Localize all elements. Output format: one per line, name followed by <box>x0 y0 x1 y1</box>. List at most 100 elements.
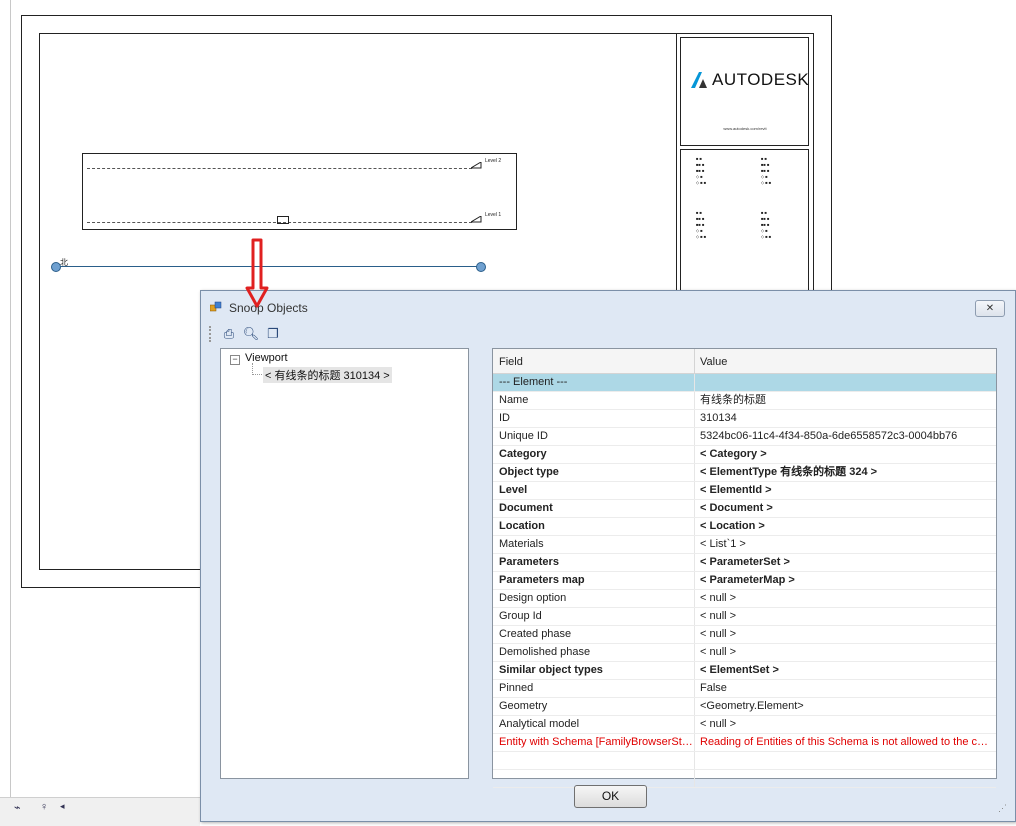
table-row[interactable]: Entity with Schema [FamilyBrowserStat...… <box>493 734 996 752</box>
value-cell: 310134 <box>700 412 737 424</box>
print-icon[interactable]: ⎙ <box>219 325 239 343</box>
field-cell: Location <box>499 520 545 532</box>
lightbulb-icon[interactable]: ♀ <box>40 801 48 813</box>
table-row[interactable]: Pinned False <box>493 680 996 698</box>
table-row[interactable]: Design option < null > <box>493 590 996 608</box>
table-row[interactable]: Geometry <Geometry.Element> <box>493 698 996 716</box>
table-row[interactable]: Demolished phase < null > <box>493 644 996 662</box>
resize-grip[interactable]: ⋰ <box>998 803 1007 814</box>
cell-separator <box>694 770 695 787</box>
cell-separator <box>694 608 695 625</box>
field-cell: --- Element --- <box>499 376 568 388</box>
value-cell: < ElementType 有线条的标题 324 > <box>700 466 878 478</box>
ok-button[interactable]: OK <box>574 785 647 808</box>
app-icon <box>210 301 222 312</box>
table-row[interactable]: Analytical model < null > <box>493 716 996 734</box>
level-line-top <box>87 168 472 169</box>
value-cell: 有线条的标题 <box>700 394 766 406</box>
field-cell: Unique ID <box>499 430 548 442</box>
table-row[interactable]: Category < Category > <box>493 446 996 464</box>
cell-separator <box>694 626 695 643</box>
level-tag-top: Level 2 <box>485 158 502 164</box>
table-row[interactable]: Parameters < ParameterSet > <box>493 554 996 572</box>
collapse-icon[interactable]: − <box>230 355 240 365</box>
value-cell: < Category > <box>700 448 767 460</box>
toolbar-grip[interactable] <box>209 326 214 342</box>
autodesk-logo: AUTODESK <box>690 70 809 90</box>
table-row[interactable] <box>493 752 996 770</box>
elevation-view-frame: Level 2 Level 1 <box>82 153 517 230</box>
table-row[interactable]: Materials < List`1 > <box>493 536 996 554</box>
info-lines-right-top: ■ ■ ■■ ■ ■■ ■ ◇ ■ ◇ ■ ■ <box>761 156 772 185</box>
value-cell: < null > <box>700 610 737 622</box>
cell-separator <box>694 590 695 607</box>
cell-separator <box>694 752 695 769</box>
title-block-info-box: ■ ■ ■■ ■ ■■ ■ ◇ ■ ◇ ■ ■ ■ ■ ■■ ■ ■■ ■ ◇ ■ ◇ ■ ■ … <box>680 149 809 301</box>
tree-connector <box>252 374 262 375</box>
value-cell: < ElementId > <box>700 484 772 496</box>
field-cell: Category <box>499 448 547 460</box>
value-cell: < List`1 > <box>700 538 746 550</box>
grid-end-right[interactable] <box>476 262 486 272</box>
grid-label: 北 <box>60 258 68 267</box>
dialog-titlebar[interactable]: Snoop Objects ✕ <box>201 291 1015 321</box>
info-lines-left-top: ■ ■ ■■ ■ ■■ ■ ◇ ■ ◇ ■ ■ <box>696 156 707 185</box>
cell-separator <box>694 554 695 571</box>
field-cell: ID <box>499 412 510 424</box>
cell-separator <box>694 734 695 751</box>
table-row[interactable]: Parameters map < ParameterMap > <box>493 572 996 590</box>
logo-url: www.autodesk.com/revit <box>723 126 767 131</box>
table-row[interactable]: Similar object types < ElementSet > <box>493 662 996 680</box>
field-cell: Name <box>499 394 529 406</box>
cell-separator <box>694 500 695 517</box>
value-cell: < ParameterSet > <box>700 556 790 568</box>
cell-separator <box>694 482 695 499</box>
field-cell: Object type <box>499 466 559 478</box>
value-cell: < ParameterMap > <box>700 574 795 586</box>
table-row[interactable]: Object type < ElementType 有线条的标题 324 > <box>493 464 996 482</box>
section-row[interactable]: --- Element --- <box>493 374 996 392</box>
field-cell: Group Id <box>499 610 542 622</box>
close-button[interactable]: ✕ <box>975 300 1005 317</box>
cell-separator <box>694 410 695 427</box>
cell-separator <box>694 518 695 535</box>
cell-separator <box>694 698 695 715</box>
column-header-field[interactable]: Field <box>493 349 694 373</box>
field-cell: Pinned <box>499 682 534 694</box>
table-row[interactable]: Location < Location > <box>493 518 996 536</box>
property-grid[interactable]: Field Value --- Element --- Name 有线条的标题 ID 3… <box>492 348 997 788</box>
tree-node-element[interactable]: < 有线条的标题 310134 > <box>263 367 392 383</box>
table-row[interactable]: Document < Document > <box>493 500 996 518</box>
workset-icon[interactable]: ⌁ <box>14 801 21 814</box>
autodesk-logo-icon <box>691 72 707 88</box>
field-cell: Geometry <box>499 700 548 712</box>
cell-separator <box>694 392 695 409</box>
field-cell: Demolished phase <box>499 646 591 658</box>
toolbar: ⎙ 🔍︎ ❐ <box>207 323 1007 345</box>
table-row[interactable]: Level < ElementId > <box>493 482 996 500</box>
field-cell: Entity with Schema [FamilyBrowserStat... <box>499 736 693 748</box>
table-row[interactable]: Unique ID 5324bc06-11c4-4f34-850a-6de6558… <box>493 428 996 446</box>
info-lines-right-bottom: ■ ■ ■■ ■ ■■ ■ ◇ ■ ◇ ■ ■ <box>761 210 772 239</box>
copy-icon[interactable]: ❐ <box>263 325 283 343</box>
value-cell: < Location > <box>700 520 765 532</box>
cell-separator <box>694 572 695 589</box>
value-cell: < null > <box>700 592 737 604</box>
red-arrow-annotation <box>245 238 269 308</box>
table-row[interactable]: ID 310134 <box>493 410 996 428</box>
cell-separator <box>694 662 695 679</box>
logo-text: AUTODESK <box>712 70 810 89</box>
scroll-left-icon[interactable]: ◂ <box>60 801 65 812</box>
view-marker-icon <box>277 216 289 224</box>
table-row[interactable]: Created phase < null > <box>493 626 996 644</box>
cell-separator <box>694 428 695 445</box>
column-header-value[interactable]: Value <box>694 349 994 373</box>
value-cell: 5324bc06-11c4-4f34-850a-6de6558572c3-000… <box>700 430 958 442</box>
table-row[interactable]: Group Id < null > <box>493 608 996 626</box>
print-preview-icon[interactable]: 🔍︎ <box>241 325 261 343</box>
object-tree[interactable]: − Viewport < 有线条的标题 310134 > <box>220 348 469 779</box>
table-row[interactable] <box>493 770 996 788</box>
snoop-objects-dialog: Snoop Objects ✕ ⎙ 🔍︎ ❐ − Viewport < 有线条的… <box>200 290 1016 822</box>
table-row[interactable]: Name 有线条的标题 <box>493 392 996 410</box>
cell-separator <box>694 464 695 481</box>
